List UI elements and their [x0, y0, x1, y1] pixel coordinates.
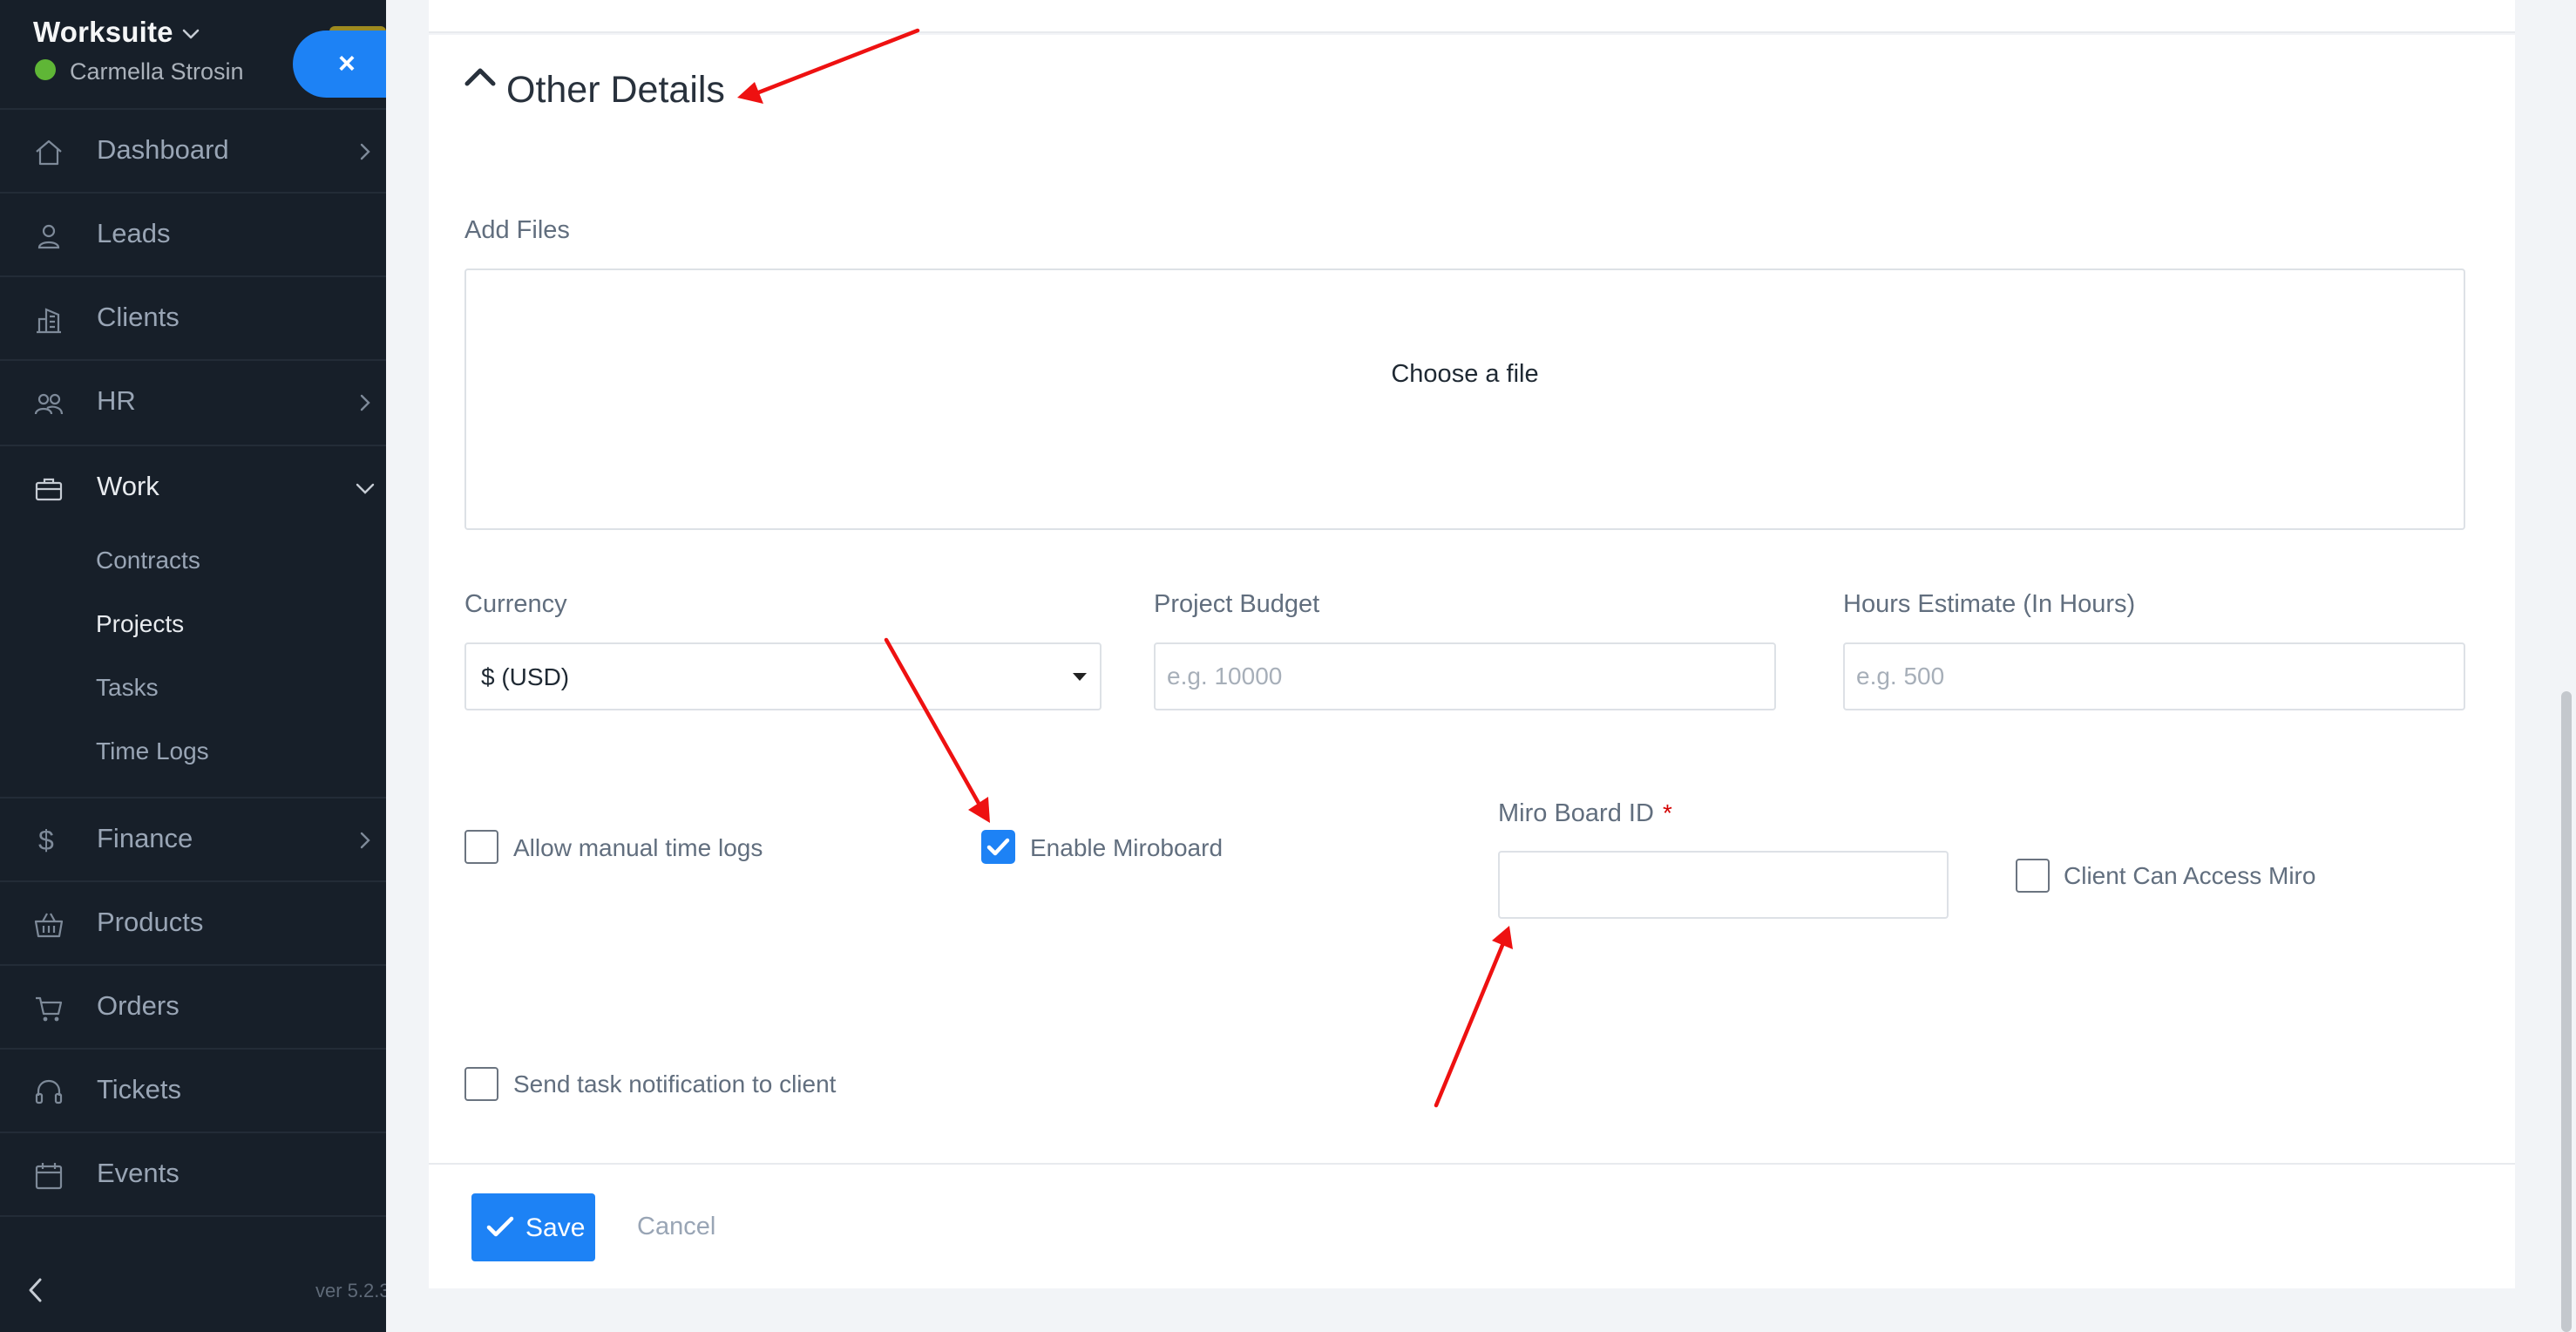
sidebar-item-label: Dashboard	[97, 134, 229, 165]
scrollbar-thumb[interactable]	[2561, 691, 2572, 1332]
scrollbar[interactable]	[2558, 0, 2576, 1332]
home-icon	[36, 139, 62, 166]
checkmark-icon	[986, 838, 1010, 856]
save-button[interactable]: Save	[471, 1193, 595, 1261]
sidebar-item-next[interactable]	[0, 1215, 386, 1250]
calendar-icon	[35, 1163, 63, 1190]
user-name[interactable]: Carmella Strosin	[70, 58, 244, 85]
enable-miroboard-checkbox[interactable]	[981, 830, 1015, 864]
sidebar-item-label: Clients	[97, 302, 180, 332]
sidebar-subitem-time-logs[interactable]: Time Logs	[96, 737, 209, 765]
cart-icon	[36, 996, 63, 1022]
checkmark-icon	[486, 1216, 514, 1237]
currency-label: Currency	[464, 590, 567, 618]
divider	[429, 1163, 2515, 1165]
file-dropzone[interactable]: Choose a file	[464, 268, 2465, 530]
client-access-miro-label[interactable]: Client Can Access Miro	[2064, 862, 2315, 890]
currency-select[interactable]: $ (USD)	[464, 642, 1102, 710]
miro-board-id-input[interactable]	[1498, 851, 1949, 919]
sidebar-item-hr[interactable]: HR	[0, 359, 386, 443]
building-icon	[37, 308, 61, 334]
sidebar-item-label: Products	[97, 907, 204, 937]
client-access-miro-checkbox[interactable]	[2016, 859, 2050, 893]
sidebar-item-products[interactable]: Products	[0, 880, 386, 964]
sidebar-item-label: Orders	[97, 990, 180, 1021]
enable-miroboard-label[interactable]: Enable Miroboard	[1030, 834, 1223, 862]
chevron-left-icon[interactable]	[23, 1274, 49, 1306]
sidebar-item-events[interactable]: Events	[0, 1132, 386, 1215]
people-icon	[34, 393, 64, 415]
currency-value: $ (USD)	[481, 663, 570, 690]
close-icon: ×	[338, 47, 356, 80]
sidebar-item-finance[interactable]: $ Finance	[0, 797, 386, 880]
manual-time-logs-checkbox[interactable]	[464, 830, 498, 864]
sidebar-item-label: Events	[97, 1158, 180, 1188]
person-icon	[37, 224, 60, 249]
dropzone-text: Choose a file	[1391, 360, 1539, 388]
sidebar-item-orders[interactable]: Orders	[0, 964, 386, 1048]
dollar-icon: $	[38, 825, 54, 856]
manual-time-logs-label[interactable]: Allow manual time logs	[513, 834, 763, 862]
chevron-down-icon	[356, 483, 375, 494]
sidebar-item-clients[interactable]: Clients	[0, 275, 386, 359]
sidebar-subitem-projects[interactable]: Projects	[96, 610, 184, 638]
add-files-label: Add Files	[464, 216, 570, 244]
send-task-notification-label[interactable]: Send task notification to client	[513, 1070, 836, 1098]
chevron-right-icon	[360, 143, 370, 160]
required-star: *	[1663, 799, 1672, 826]
sidebar-item-leads[interactable]: Leads	[0, 192, 386, 275]
section-title[interactable]: Other Details	[506, 69, 725, 112]
app-version: ver 5.2.3	[315, 1280, 386, 1301]
chevron-down-icon[interactable]	[180, 24, 201, 44]
headset-icon	[35, 1079, 63, 1104]
chevron-right-icon	[360, 394, 370, 411]
sidebar-item-label: Tickets	[97, 1074, 182, 1104]
cancel-button[interactable]: Cancel	[637, 1213, 715, 1241]
save-label: Save	[525, 1213, 586, 1242]
sidebar-item-label: Leads	[97, 218, 171, 248]
sidebar-item-work[interactable]: Work	[0, 445, 386, 528]
briefcase-icon	[35, 478, 63, 501]
sidebar-item-tickets[interactable]: Tickets	[0, 1048, 386, 1132]
sidebar-subitem-contracts[interactable]: Contracts	[96, 547, 200, 574]
brand-name[interactable]: Worksuite	[33, 16, 173, 49]
sidebar-item-label: HR	[97, 385, 136, 416]
sidebar: Worksuite Carmella Strosin × Dashboard L…	[0, 0, 386, 1332]
caret-down-icon	[1073, 673, 1087, 681]
hours-estimate-label: Hours Estimate (In Hours)	[1843, 590, 2136, 618]
sidebar-item-dashboard[interactable]: Dashboard	[0, 108, 386, 192]
status-online-dot	[35, 59, 56, 80]
sidebar-item-label: Work	[97, 471, 159, 501]
chevron-right-icon	[360, 832, 370, 849]
miro-board-id-label: Miro Board ID	[1498, 799, 1654, 827]
chevron-up-icon[interactable]	[463, 59, 498, 94]
send-task-notification-checkbox[interactable]	[464, 1067, 498, 1101]
project-budget-input[interactable]	[1154, 642, 1776, 710]
project-budget-label: Project Budget	[1154, 590, 1320, 618]
hours-estimate-input[interactable]	[1843, 642, 2465, 710]
sidebar-subitem-tasks[interactable]: Tasks	[96, 674, 159, 702]
basket-icon	[34, 913, 64, 938]
sidebar-item-label: Finance	[97, 823, 193, 853]
previous-card	[429, 0, 2515, 33]
sidebar-close-button[interactable]: ×	[293, 31, 386, 98]
